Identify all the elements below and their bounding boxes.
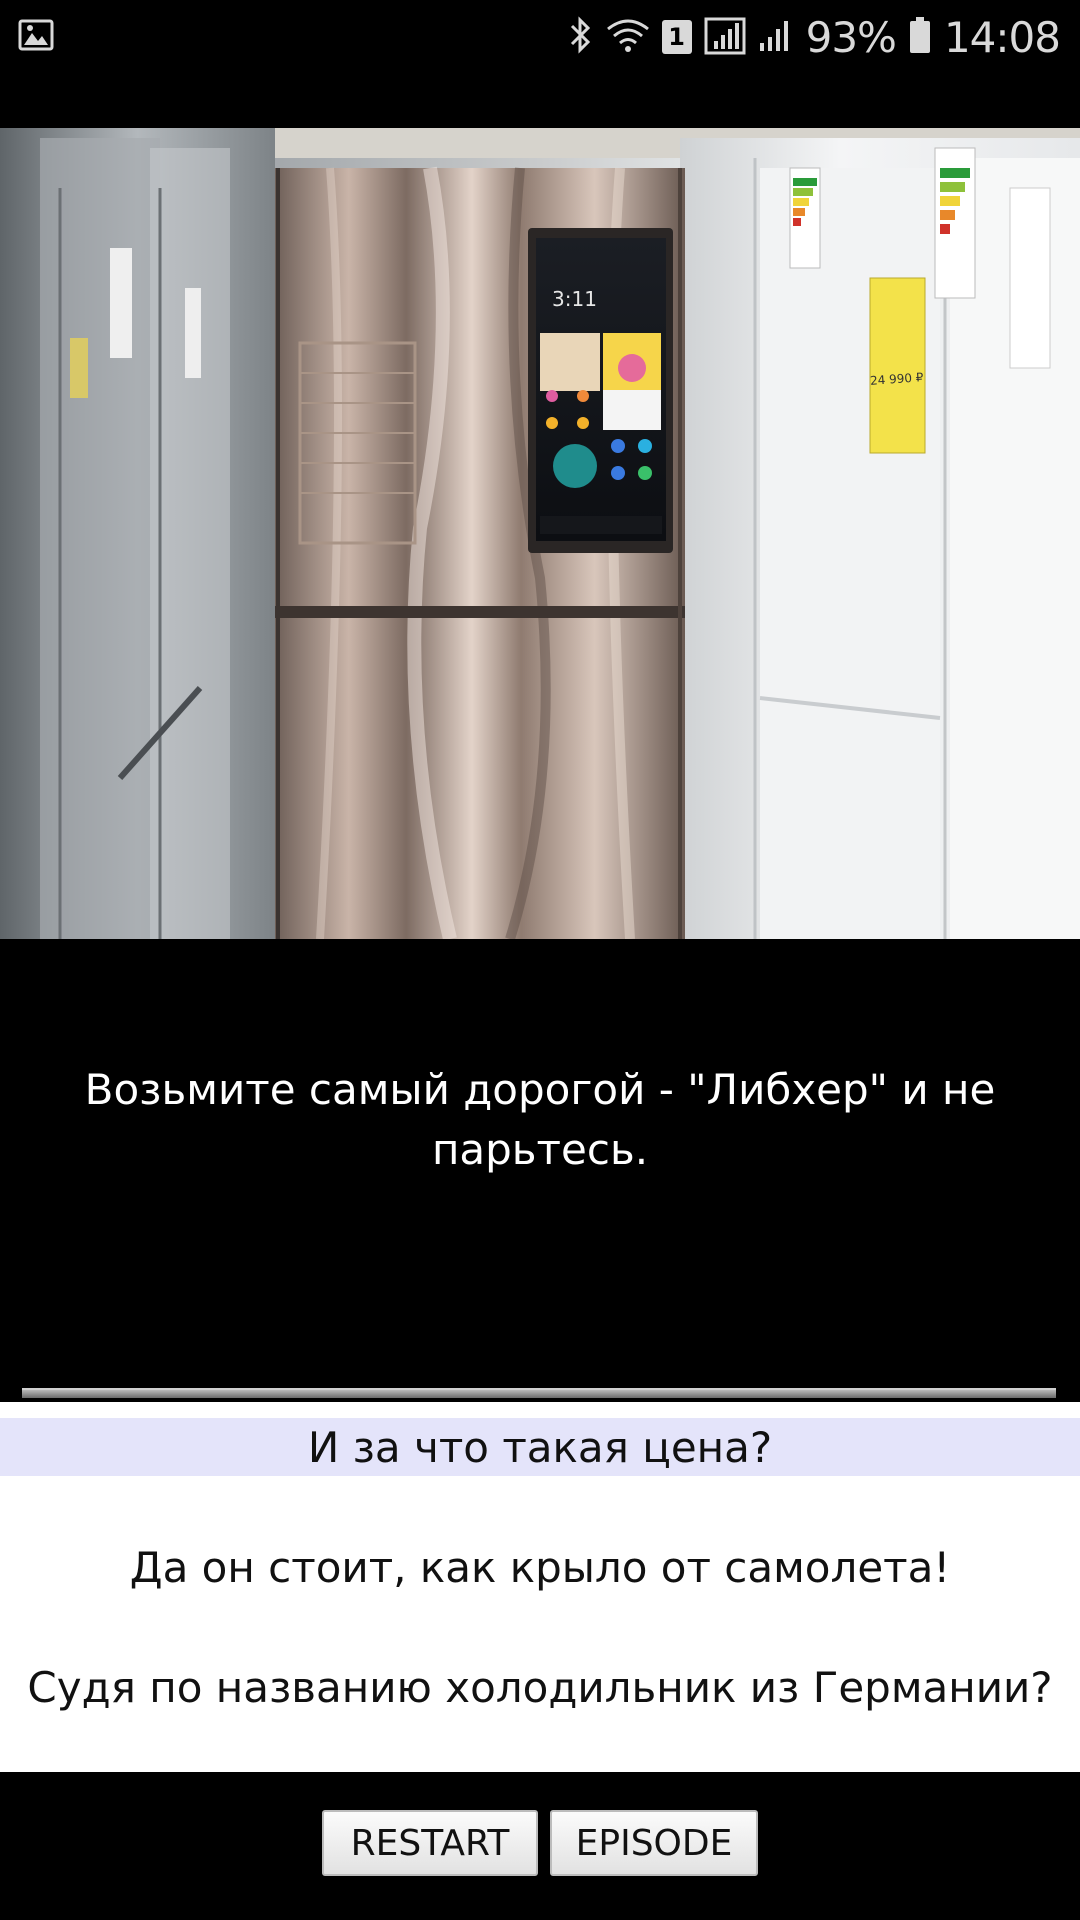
refrigerator: 3:11	[275, 166, 685, 939]
button-bar: RESTART EPISODE	[0, 1772, 1080, 1920]
divider	[22, 1388, 1056, 1398]
narration-text: Возьмите самый дорогой - "Либхер" и не п…	[40, 1060, 1040, 1180]
battery-icon	[908, 15, 932, 59]
choice-option-3[interactable]: Судя по названию холодильник из Германии…	[0, 1658, 1080, 1716]
bluetooth-icon	[568, 15, 594, 59]
image-icon	[18, 19, 54, 55]
price-tag: 24 990 ₽	[869, 277, 926, 454]
game-screen: 1 93% 14:08 24 990 ₽ 3:11 Возьмите самый…	[0, 0, 1080, 1920]
fridge-touchscreen: 3:11	[528, 228, 673, 553]
wifi-icon	[606, 15, 650, 59]
narration-line-2: парьтесь.	[431, 1125, 649, 1174]
signal-icon	[704, 15, 746, 59]
choice-option-1[interactable]: И за что такая цена?	[0, 1418, 1080, 1476]
signal-icon-2	[758, 15, 794, 59]
restart-button[interactable]: RESTART	[322, 1810, 538, 1876]
svg-text:3:11: 3:11	[552, 287, 597, 311]
sim-1-badge: 1	[661, 20, 692, 54]
narration-line-1: Возьмите самый дорогой - "Либхер" и не	[84, 1065, 996, 1114]
status-bar: 1 93% 14:08	[0, 0, 1080, 74]
choice-list: И за что такая цена? Да он стоит, как кр…	[0, 1402, 1080, 1772]
battery-percent: 93%	[805, 12, 897, 62]
choice-option-2[interactable]: Да он стоит, как крыло от самолета!	[0, 1538, 1080, 1596]
scene-image: 24 990 ₽ 3:11	[0, 128, 1080, 939]
clock: 14:08	[943, 12, 1061, 62]
episode-button[interactable]: EPISODE	[550, 1810, 758, 1876]
